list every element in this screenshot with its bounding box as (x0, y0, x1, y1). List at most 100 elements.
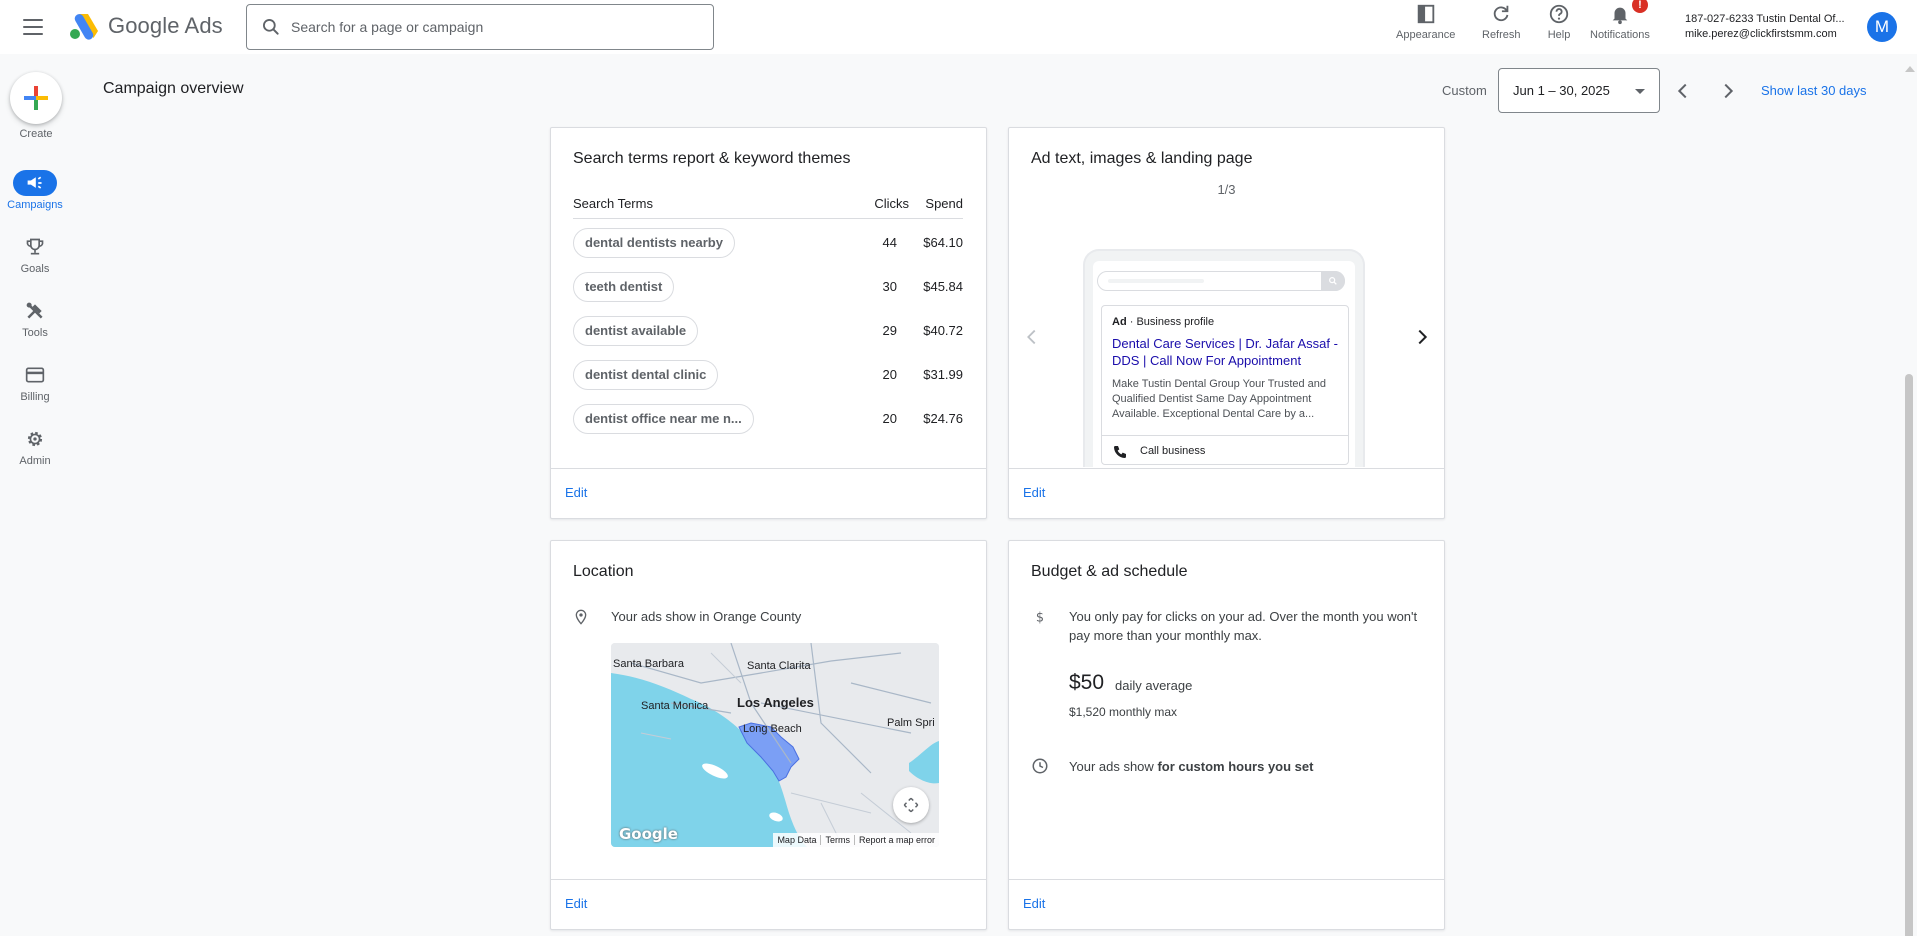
spend-cell: $45.84 (923, 279, 963, 294)
search-term-chip[interactable]: dental dentists nearby (573, 228, 735, 258)
schedule-prefix: Your ads show (1069, 759, 1154, 774)
search-terms-card: Search terms report & keyword themes Sea… (550, 127, 987, 519)
column-header-search-terms: Search Terms (573, 196, 653, 211)
ad-header: Ad · Business profile (1112, 316, 1215, 328)
google-ads-logo[interactable]: Google Ads (68, 12, 223, 40)
gear-icon (13, 426, 57, 452)
bell-icon (1608, 2, 1632, 26)
scrollbar-thumb[interactable] (1905, 374, 1913, 936)
chevron-right-icon[interactable] (1411, 326, 1433, 348)
search-icon (263, 19, 279, 35)
location-map[interactable]: Santa Barbara Santa Clarita Los Angeles … (611, 643, 939, 847)
budget-amount-label: daily average (1115, 678, 1193, 693)
budget-amount: $50 (1069, 671, 1105, 694)
location-title: Location (573, 563, 634, 580)
create-button[interactable] (10, 72, 62, 124)
show-last-30-days-link[interactable]: Show last 30 days (1761, 83, 1867, 98)
map-data-link[interactable]: Map Data (773, 835, 820, 845)
ad-preview-box: Ad · Business profile Dental Care Servic… (1101, 305, 1349, 465)
map-graphic (611, 643, 939, 847)
app-name: Google Ads (108, 13, 223, 38)
map-report-link[interactable]: Report a map error (853, 835, 939, 845)
dollar-icon: $ (1036, 611, 1044, 626)
edit-location-link[interactable]: Edit (565, 896, 587, 911)
page-title: Campaign overview (103, 80, 244, 97)
help-label: Help (1547, 29, 1571, 41)
search-input[interactable] (291, 19, 691, 35)
notifications-button[interactable]: ! Notifications (1590, 0, 1650, 54)
nav-item-tools[interactable]: Tools (0, 298, 70, 339)
nav-label-goals: Goals (20, 263, 50, 275)
google-ads-logo-icon (70, 14, 98, 40)
account-email: mike.perez@clickfirstsmm.com (1685, 28, 1837, 40)
appearance-icon (1414, 2, 1438, 26)
location-card: Location Your ads show in Orange County … (550, 540, 987, 930)
budget-title: Budget & ad schedule (1031, 563, 1188, 580)
search-term-chip[interactable]: dentist dental clinic (573, 360, 719, 390)
credit-card-icon (13, 362, 57, 388)
fullscreen-button[interactable] (893, 787, 929, 823)
account-info[interactable]: 187-027-6233 Tustin Dental Of... mike.pe… (1685, 12, 1845, 42)
ad-pager: 1/3 (1217, 182, 1236, 197)
spend-cell: $64.10 (923, 235, 963, 250)
card-footer: Edit (551, 879, 986, 929)
nav-label-tools: Tools (22, 327, 48, 339)
refresh-icon (1489, 2, 1513, 26)
avatar[interactable]: M (1867, 12, 1897, 42)
notification-badge: ! (1632, 0, 1648, 13)
map-label: Santa Clarita (747, 660, 811, 672)
search-box[interactable] (246, 4, 714, 50)
chevron-right-icon[interactable] (1717, 80, 1739, 102)
search-terms-title: Search terms report & keyword themes (573, 150, 851, 167)
refresh-label: Refresh (1482, 29, 1521, 41)
plus-icon (24, 86, 48, 110)
help-button[interactable]: Help (1547, 0, 1571, 54)
caret-down-icon (1635, 89, 1645, 94)
map-label: Santa Monica (641, 700, 709, 712)
map-label: Long Beach (743, 723, 802, 735)
search-term-chip[interactable]: dentist office near me n... (573, 404, 754, 434)
nav-item-goals[interactable]: Goals (0, 234, 70, 275)
ad-description: Make Tustin Dental Group Your Trusted an… (1112, 378, 1327, 420)
search-term-chip[interactable]: teeth dentist (573, 272, 675, 302)
location-pin-icon (575, 609, 587, 625)
refresh-button[interactable]: Refresh (1482, 0, 1521, 54)
phone-search-bar (1097, 271, 1345, 291)
edit-budget-link[interactable]: Edit (1023, 896, 1045, 911)
help-icon (1547, 2, 1571, 26)
scroll-up-icon[interactable] (1905, 66, 1915, 72)
trophy-icon (13, 234, 57, 260)
map-footer: Map Data Terms Report a map error (773, 833, 939, 847)
ad-call-row: Call business (1102, 435, 1348, 467)
nav-item-billing[interactable]: Billing (0, 362, 70, 403)
menu-icon[interactable] (22, 16, 44, 38)
edit-ad-link[interactable]: Edit (1023, 485, 1045, 500)
chevron-left-icon[interactable] (1672, 80, 1694, 102)
header-divider (573, 218, 963, 219)
svg-text:$: $ (1036, 611, 1044, 626)
scrollbar[interactable] (1901, 58, 1917, 936)
call-business-label: Call business (1140, 445, 1206, 457)
schedule-bold: for custom hours you set (1157, 759, 1314, 774)
date-range-dropdown[interactable]: Jun 1 – 30, 2025 (1498, 68, 1660, 113)
date-range-value: Jun 1 – 30, 2025 (1513, 83, 1610, 98)
nav-label-campaigns: Campaigns (7, 199, 63, 211)
account-name: 187-027-6233 Tustin Dental Of... (1685, 13, 1845, 25)
chevron-left-icon[interactable] (1021, 326, 1043, 348)
search-term-chip[interactable]: dentist available (573, 316, 699, 346)
nav-item-campaigns[interactable]: Campaigns (0, 170, 70, 211)
nav-item-admin[interactable]: Admin (0, 426, 70, 467)
schedule-text: Your ads show for custom hours you set (1069, 757, 1313, 776)
ad-label: Ad (1112, 316, 1127, 328)
spend-cell: $40.72 (923, 323, 963, 338)
expand-icon (903, 797, 919, 813)
appearance-button[interactable]: Appearance (1396, 0, 1455, 54)
card-footer: Edit (1009, 468, 1444, 518)
ad-preview-title: Ad text, images & landing page (1031, 150, 1253, 167)
notifications-label: Notifications (1590, 29, 1650, 41)
edit-search-terms-link[interactable]: Edit (565, 485, 587, 500)
google-watermark: Google (619, 825, 678, 843)
map-terms-link[interactable]: Terms (820, 835, 854, 845)
tools-icon (13, 298, 57, 324)
megaphone-icon (13, 170, 57, 196)
